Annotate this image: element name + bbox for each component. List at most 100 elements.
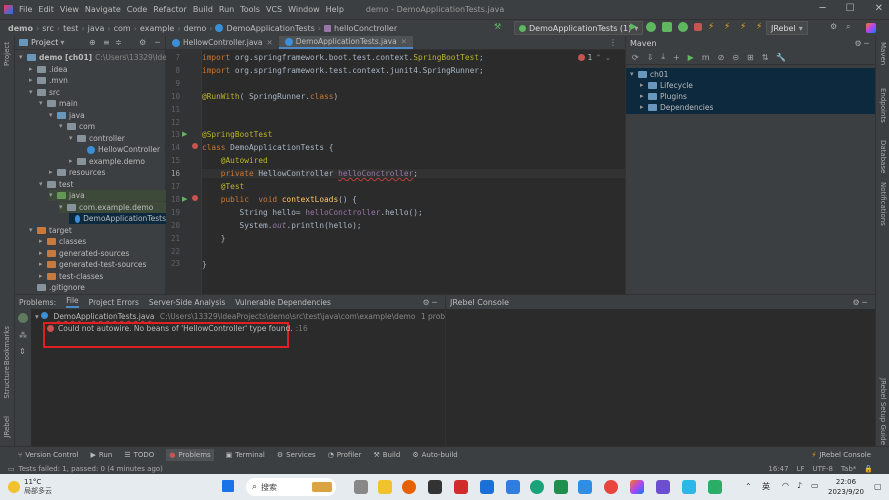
chevron-right-icon[interactable]: ▸: [69, 156, 77, 167]
intellij-icon[interactable]: [630, 480, 644, 494]
expand-icon[interactable]: ⇕: [19, 347, 26, 356]
task-view-icon[interactable]: [354, 480, 368, 494]
file-encoding[interactable]: UTF-8: [813, 465, 833, 473]
chevron-right-icon[interactable]: ▸: [39, 271, 47, 282]
menu-vcs[interactable]: VCS: [266, 5, 282, 14]
maven-plugins[interactable]: ▸ Plugins: [640, 91, 687, 102]
chevron-right-icon[interactable]: ▸: [29, 75, 37, 86]
reload-icon[interactable]: ⟳: [632, 53, 639, 62]
tab-project-errors[interactable]: Project Errors: [89, 298, 139, 307]
run-test-icon[interactable]: ▶: [182, 130, 187, 138]
settings-gear-icon[interactable]: ⚙ ─: [852, 298, 867, 307]
chevron-down-icon[interactable]: ▾: [19, 52, 27, 63]
volume-icon[interactable]: ♪: [797, 481, 802, 490]
run-icon[interactable]: ▶: [630, 22, 640, 32]
search-icon[interactable]: ⌕: [846, 22, 850, 32]
tree-node[interactable]: ▾ src: [29, 87, 60, 98]
jrebel-run-icon[interactable]: ⚡: [708, 22, 718, 32]
collapse-icon[interactable]: ⇅: [762, 53, 769, 62]
breadcrumb-com[interactable]: com: [114, 24, 131, 33]
hide-icon[interactable]: ─: [155, 38, 160, 47]
tree-node[interactable]: ▾ controller: [69, 133, 125, 144]
wrench-icon[interactable]: 🔧: [776, 53, 786, 62]
close-icon[interactable]: ✕: [875, 3, 883, 14]
menu-view[interactable]: View: [60, 5, 79, 14]
jetbrains-logo-icon[interactable]: [866, 23, 876, 33]
close-icon[interactable]: ✕: [266, 38, 272, 47]
tool-profiler[interactable]: ◔ Profiler: [328, 451, 362, 459]
tool-version-control[interactable]: ⑂ Version Control: [18, 451, 78, 459]
breadcrumb-java[interactable]: java: [88, 24, 105, 33]
endpoints-tool-label[interactable]: Endpoints: [879, 88, 887, 123]
tree-node[interactable]: ▸ .mvn: [29, 75, 68, 86]
run-icon[interactable]: ▶: [688, 53, 694, 62]
taskbar-search[interactable]: ⌕ 搜索: [246, 478, 336, 496]
tool-run[interactable]: ▶ Run: [90, 451, 112, 459]
tool-problems[interactable]: ● Problems: [166, 449, 214, 461]
tab-server-side-analysis[interactable]: Server-Side Analysis: [149, 298, 225, 307]
expand-all-icon[interactable]: ≡: [103, 38, 110, 47]
tree-node[interactable]: ▸ resources: [49, 167, 105, 178]
caret-position[interactable]: 16:47: [768, 465, 788, 473]
tab-hellowcontroller[interactable]: HellowController.java ✕: [166, 36, 279, 49]
maven-tool-label[interactable]: Maven: [879, 42, 887, 65]
windows-start-icon[interactable]: [222, 480, 234, 492]
tree-node[interactable]: ▸ generated-sources: [39, 248, 129, 259]
tree-node[interactable]: DemoApplicationTests: [69, 213, 166, 224]
tree-node[interactable]: ▸ classes: [39, 236, 86, 247]
build-hammer-icon[interactable]: ⚒: [494, 22, 501, 31]
project-tool-label[interactable]: Project: [3, 42, 11, 66]
problem-error-row[interactable]: Could not autowire. No beans of 'HellowC…: [47, 324, 308, 333]
add-icon[interactable]: +: [673, 53, 680, 62]
coverage-icon[interactable]: [662, 22, 672, 32]
breadcrumb-test[interactable]: test: [63, 24, 78, 33]
indent-setting[interactable]: Tab*: [841, 465, 856, 473]
tool-build[interactable]: ⚒ Build: [373, 451, 400, 459]
settings-gear-icon[interactable]: ⚙ ─: [422, 298, 437, 307]
maven-root[interactable]: ▾ ch01: [630, 69, 668, 80]
toggle-offline-icon[interactable]: ⊘: [718, 53, 725, 62]
tool-auto-build[interactable]: ⚙ Auto-build: [412, 451, 457, 459]
jrebel-select[interactable]: JRebel ▾: [766, 21, 808, 35]
excel-icon[interactable]: [554, 480, 568, 494]
tree-node[interactable]: .gitignore: [29, 282, 85, 293]
group-icon[interactable]: ⁂: [19, 331, 27, 340]
edge-icon[interactable]: [530, 480, 544, 494]
menu-window[interactable]: Window: [288, 5, 320, 14]
tree-node[interactable]: ▾ com: [59, 121, 95, 132]
app-icon-4[interactable]: [578, 480, 592, 494]
jrebel-sync-icon[interactable]: ⚡: [756, 22, 766, 32]
minimize-icon[interactable]: ─: [820, 3, 826, 14]
structure-tool-label[interactable]: Structure: [3, 366, 11, 399]
jrebel-update-icon[interactable]: ⚡: [740, 22, 750, 32]
tree-node[interactable]: ▸ generated-test-sources: [39, 259, 146, 270]
tab-vulnerable-dependencies[interactable]: Vulnerable Dependencies: [235, 298, 331, 307]
line-separator[interactable]: LF: [797, 465, 805, 473]
chevron-up-icon[interactable]: ⌃: [595, 53, 601, 62]
project-panel-title[interactable]: Project: [31, 38, 58, 47]
maximize-icon[interactable]: ☐: [846, 3, 855, 14]
tool-terminal[interactable]: ▣ Terminal: [226, 451, 265, 459]
chevron-down-icon[interactable]: ▾: [69, 133, 77, 144]
tree-node[interactable]: ▾ java: [49, 110, 85, 121]
database-tool-label[interactable]: Database: [879, 140, 887, 173]
chevron-right-icon[interactable]: ▸: [39, 248, 47, 259]
menu-build[interactable]: Build: [193, 5, 213, 14]
maven-lifecycle[interactable]: ▸ Lifecycle: [640, 80, 693, 91]
collapse-all-icon[interactable]: ≑: [115, 38, 122, 47]
chevron-down-icon[interactable]: ▾: [39, 179, 47, 190]
chevron-right-icon[interactable]: ▸: [39, 259, 47, 270]
menu-navigate[interactable]: Navigate: [85, 5, 121, 14]
breadcrumb-field[interactable]: helloConctroller: [334, 24, 397, 33]
menu-edit[interactable]: Edit: [38, 5, 54, 14]
menu-run[interactable]: Run: [219, 5, 234, 14]
skip-tests-icon[interactable]: ⊝: [732, 53, 739, 62]
chevron-right-icon[interactable]: ▸: [29, 64, 37, 75]
bean-error-icon[interactable]: [192, 195, 198, 201]
jrebel-console-title[interactable]: JRebel Console: [450, 298, 509, 307]
app-icon-1[interactable]: [428, 480, 442, 494]
settings-gear-icon[interactable]: ⚙: [139, 38, 146, 47]
chevron-down-icon[interactable]: ▾: [49, 110, 57, 121]
error-counter[interactable]: 1 ⌃ ⌄: [577, 53, 611, 62]
notifications-tool-label[interactable]: Notifications: [879, 182, 887, 226]
